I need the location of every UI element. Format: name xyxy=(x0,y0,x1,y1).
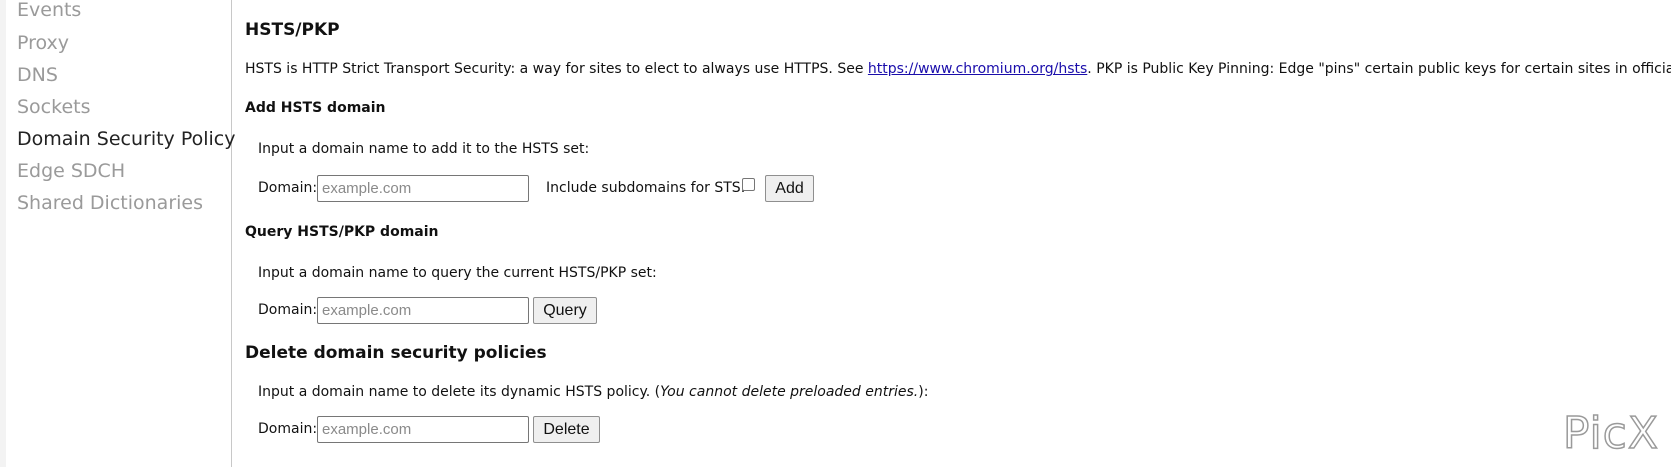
query-button[interactable]: Query xyxy=(533,297,597,324)
sidebar-item-sockets[interactable]: Sockets xyxy=(17,96,91,118)
add-hsts-instruction: Input a domain name to add it to the HST… xyxy=(258,141,590,157)
delete-instruction-end: ): xyxy=(918,384,929,400)
picx-watermark: PicX xyxy=(1562,407,1659,460)
sidebar-item-edge-sdch[interactable]: Edge SDCH xyxy=(17,160,125,182)
hsts-info-link[interactable]: https://www.chromium.org/hsts xyxy=(868,61,1087,77)
include-subdomains-checkbox[interactable] xyxy=(742,178,755,191)
delete-instruction-start: Input a domain name to delete its dynami… xyxy=(258,384,661,400)
sidebar-item-shared-dictionaries[interactable]: Shared Dictionaries xyxy=(17,192,203,214)
page-title: HSTS/PKP xyxy=(245,20,340,40)
delete-domain-input[interactable] xyxy=(317,416,529,443)
page-description: HSTS is HTTP Strict Transport Security: … xyxy=(245,61,1671,77)
add-domain-input[interactable] xyxy=(317,175,529,202)
description-text-start: HSTS is HTTP Strict Transport Security: … xyxy=(245,61,868,77)
sidebar-item-dns[interactable]: DNS xyxy=(17,64,58,86)
sidebar-item-events[interactable]: Events xyxy=(17,0,81,21)
delete-policies-instruction: Input a domain name to delete its dynami… xyxy=(258,384,928,400)
include-subdomains-label: Include subdomains for STS: xyxy=(546,180,746,196)
main-content: HSTS/PKP HSTS is HTTP Strict Transport S… xyxy=(245,0,1671,467)
delete-instruction-note: You cannot delete preloaded entries. xyxy=(660,384,919,400)
delete-button[interactable]: Delete xyxy=(533,416,600,443)
sidebar-item-domain-security-policy[interactable]: Domain Security Policy xyxy=(17,128,235,150)
delete-domain-label: Domain: xyxy=(258,421,318,437)
query-hsts-heading: Query HSTS/PKP domain xyxy=(245,224,439,240)
sidebar: Events Proxy DNS Sockets Domain Security… xyxy=(0,0,235,467)
description-text-end: . PKP is Public Key Pinning: Edge "pins"… xyxy=(1087,61,1671,77)
sidebar-edge xyxy=(0,0,6,467)
query-domain-input[interactable] xyxy=(317,297,529,324)
query-domain-label: Domain: xyxy=(258,302,318,318)
delete-policies-heading: Delete domain security policies xyxy=(245,343,547,363)
add-hsts-heading: Add HSTS domain xyxy=(245,100,386,116)
add-button[interactable]: Add xyxy=(765,175,814,202)
add-domain-label: Domain: xyxy=(258,180,318,196)
sidebar-item-proxy[interactable]: Proxy xyxy=(17,32,69,54)
query-hsts-instruction: Input a domain name to query the current… xyxy=(258,265,657,281)
